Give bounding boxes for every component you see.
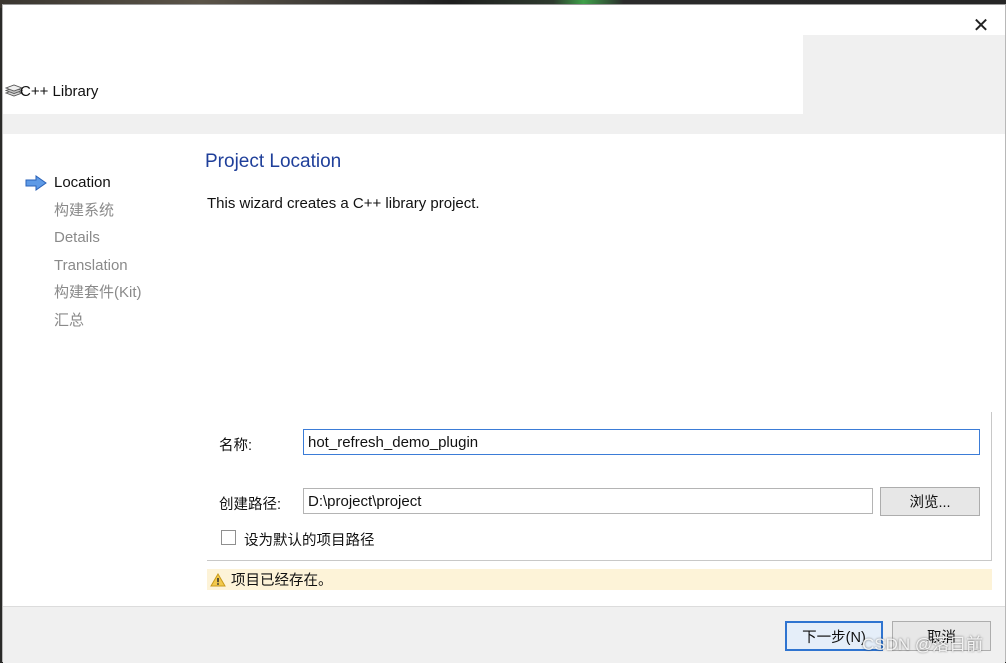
step-build-system: 构建系统 [25, 197, 142, 225]
default-path-label: 设为默认的项目路径 [244, 533, 375, 549]
step-label: Location [54, 174, 111, 191]
step-details: Details [25, 224, 142, 252]
step-kits: 构建套件(Kit) [25, 279, 142, 307]
step-label: 构建套件(Kit) [54, 284, 142, 301]
step-translation: Translation [25, 252, 142, 280]
browse-button[interactable]: 浏览... [880, 487, 980, 516]
name-label: 名称: [219, 438, 253, 454]
warning-text: 项目已经存在。 [231, 573, 333, 589]
wizard-steps: Location 构建系统 Details Translation 构建套件(K… [25, 169, 142, 334]
warning-message: 项目已经存在。 [207, 569, 992, 590]
step-label: Details [54, 229, 100, 246]
wizard-footer: 下一步(N) 取消 [3, 606, 1005, 663]
step-summary: 汇总 [25, 307, 142, 335]
watermark: CSDN @落日前 [862, 635, 984, 654]
wizard-title: C++ Library [5, 80, 98, 102]
header-separator [3, 114, 1005, 134]
page-title: Project Location [205, 151, 342, 172]
step-location: Location [25, 169, 142, 197]
warning-triangle-icon [210, 572, 226, 586]
step-label: 构建系统 [54, 201, 115, 219]
project-path-input[interactable] [303, 488, 873, 514]
wizard-title-text: C++ Library [20, 82, 99, 100]
location-form: 名称: 创建路径: 浏览... 设为默认的项目路径 [207, 412, 992, 561]
close-icon[interactable]: ✕ [967, 13, 995, 37]
current-step-arrow-icon [25, 175, 47, 191]
default-path-checkbox[interactable] [221, 530, 236, 545]
header-banner [803, 35, 1005, 114]
path-label: 创建路径: [219, 497, 282, 513]
project-name-input[interactable] [303, 429, 980, 455]
page-description: This wizard creates a C++ library projec… [207, 195, 480, 212]
step-label: 汇总 [54, 311, 85, 329]
wizard-window: ✕ C++ Library Location 构建系统 Details Tran… [2, 4, 1006, 663]
step-label: Translation [54, 256, 128, 274]
